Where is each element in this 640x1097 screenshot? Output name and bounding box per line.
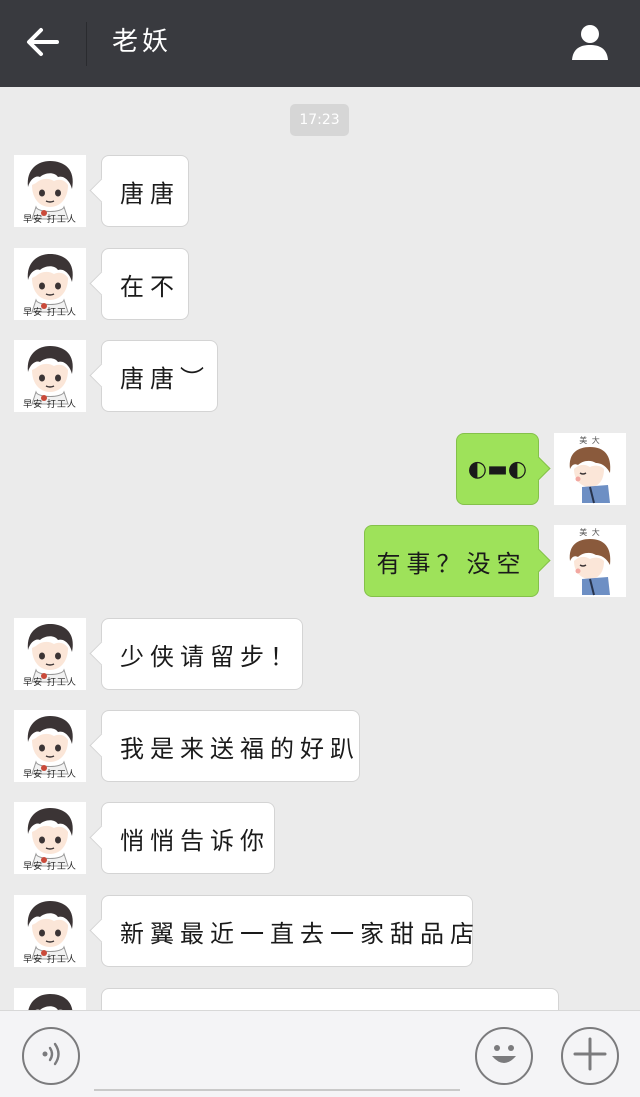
contact-avatar[interactable]: 早安 打工人 <box>14 248 86 320</box>
person-icon <box>570 22 610 66</box>
contact-avatar[interactable]: 早安 打工人 <box>14 155 86 227</box>
message-row-incoming: 早安 打工人 唐唐︶ <box>0 340 640 412</box>
message-bubble[interactable]: 在不 <box>101 248 189 320</box>
message-bubble[interactable]: 我是来送福的好趴 <box>101 710 360 782</box>
emoji-button[interactable] <box>475 1027 533 1085</box>
message-row-outgoing: ◐▬◐ 美 大 <box>0 433 640 505</box>
message-row-incoming: 早安 打工人 少侠请留步！ <box>0 618 640 690</box>
message-row-incoming: 早安 打工人 新翼最近一直去一家甜品店 <box>0 895 640 967</box>
my-avatar[interactable]: 美 大 <box>554 433 626 505</box>
message-bubble[interactable]: 新翼最近一直去一家甜品店 <box>101 895 474 967</box>
back-button[interactable] <box>20 24 64 64</box>
back-arrow-icon <box>25 27 59 61</box>
message-row-incoming: 早安 打工人 我是来送福的好趴 <box>0 710 640 782</box>
emoji-icon <box>482 1032 526 1080</box>
avatar-caption: 早安 打工人 <box>23 308 77 318</box>
header-bar: 老妖 <box>0 0 640 87</box>
avatar-caption: 美 大 <box>579 528 601 537</box>
avatar-caption: 早安 打工人 <box>23 400 77 410</box>
my-avatar[interactable]: 美 大 <box>554 525 626 597</box>
message-row-incoming: 早安 打工人 唐唐 <box>0 155 640 227</box>
message-input[interactable] <box>94 1033 460 1091</box>
avatar-caption: 早安 打工人 <box>23 955 77 965</box>
chat-info-button[interactable] <box>566 20 614 68</box>
message-bubble[interactable]: ◐▬◐ <box>456 433 539 505</box>
message-bubble[interactable]: 有事？没空 <box>364 525 539 597</box>
message-bubble[interactable]: 唐唐︶ <box>101 340 218 412</box>
contact-avatar[interactable]: 早安 打工人 <box>14 340 86 412</box>
message-bubble[interactable]: 少侠请留步！ <box>101 618 303 690</box>
contact-avatar[interactable]: 早安 打工人 <box>14 710 86 782</box>
message-row-incoming: 早安 打工人 悄悄告诉你 <box>0 802 640 874</box>
avatar-caption: 早安 打工人 <box>23 770 77 780</box>
header-divider <box>86 22 87 66</box>
input-bar <box>0 1010 640 1097</box>
message-bubble[interactable]: 悄悄告诉你 <box>101 802 275 874</box>
chat-title: 老妖 <box>112 27 173 57</box>
avatar-caption: 早安 打工人 <box>23 215 77 225</box>
message-bubble[interactable]: 唐唐 <box>101 155 189 227</box>
contact-avatar[interactable]: 早安 打工人 <box>14 802 86 874</box>
voice-icon <box>36 1039 66 1073</box>
message-row-outgoing: 有事？没空 美 大 <box>0 525 640 597</box>
message-timestamp: 17:23 <box>290 104 349 136</box>
avatar-caption: 早安 打工人 <box>23 678 77 688</box>
avatar-caption: 美 大 <box>579 436 601 445</box>
avatar-caption: 早安 打工人 <box>23 862 77 872</box>
plus-icon <box>573 1037 607 1075</box>
more-button[interactable] <box>561 1027 619 1085</box>
voice-button[interactable] <box>22 1027 80 1085</box>
message-row-incoming: 早安 打工人 在不 <box>0 248 640 320</box>
contact-avatar[interactable]: 早安 打工人 <box>14 895 86 967</box>
contact-avatar[interactable]: 早安 打工人 <box>14 618 86 690</box>
